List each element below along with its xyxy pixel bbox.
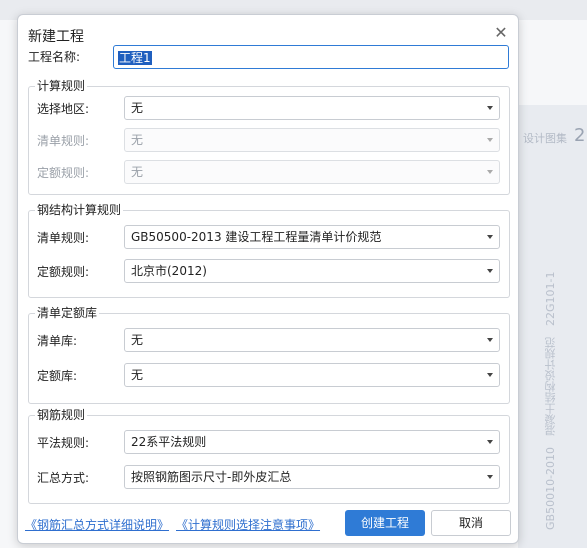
steel-quota-rule-value: 北京市(2012)	[131, 264, 207, 278]
chevron-down-icon	[487, 373, 493, 377]
steel-bill-rule-value: GB50500-2013 建设工程工程量清单计价规范	[131, 230, 382, 244]
summary-method-label: 汇总方式:	[37, 471, 90, 485]
cancel-button[interactable]: 取消	[431, 510, 511, 536]
close-icon[interactable]: ✕	[492, 24, 510, 42]
chevron-down-icon	[487, 269, 493, 273]
group-title-rebar-rules: 钢筋规则	[35, 407, 88, 423]
calc-rule-notes-link[interactable]: 《计算规则选择注意事项》	[176, 516, 320, 533]
quota-lib-select[interactable]: 无	[124, 363, 500, 387]
chevron-down-icon	[487, 440, 493, 444]
group-title-bill-quota-lib: 清单定额库	[35, 305, 100, 321]
bill-rule-label: 清单规则:	[37, 134, 90, 148]
group-steel-calc-rules: 钢结构计算规则 清单规则: GB50500-2013 建设工程工程量清单计价规范…	[28, 202, 510, 298]
flat-rule-select[interactable]: 22系平法规则	[124, 430, 500, 454]
chevron-down-icon	[487, 106, 493, 110]
background-number: 2	[574, 125, 586, 146]
dialog-title: 新建工程	[28, 29, 84, 45]
bill-rule-select: 无	[124, 128, 500, 152]
steel-quota-rule-select[interactable]: 北京市(2012)	[124, 259, 500, 283]
region-label: 选择地区:	[37, 102, 90, 116]
region-select[interactable]: 无	[124, 96, 500, 120]
summary-method-value: 按照钢筋图示尺寸-即外皮汇总	[131, 470, 292, 484]
summary-method-select[interactable]: 按照钢筋图示尺寸-即外皮汇总	[124, 465, 500, 489]
group-calc-rules: 计算规则 选择地区: 无 清单规则: 无 定额规则: 无	[28, 78, 510, 195]
bill-lib-select[interactable]: 无	[124, 328, 500, 352]
flat-rule-label: 平法规则:	[37, 436, 90, 450]
flat-rule-value: 22系平法规则	[131, 435, 207, 449]
project-name-value: 工程1	[118, 51, 152, 65]
group-bill-quota-lib: 清单定额库 清单库: 无 定额库: 无	[28, 305, 510, 404]
chevron-down-icon	[487, 170, 493, 174]
chevron-down-icon	[487, 338, 493, 342]
background-vertical-text: GB50010-2010 混凝土结构设计规范 22G101-1	[545, 271, 557, 530]
steel-quota-rule-label: 定额规则:	[37, 265, 90, 279]
region-value: 无	[131, 101, 144, 115]
quota-rule-label: 定额规则:	[37, 166, 90, 180]
project-name-label: 工程名称:	[28, 50, 81, 64]
quota-rule-value: 无	[131, 165, 144, 179]
quota-lib-label: 定额库:	[37, 369, 78, 383]
steel-bill-rule-select[interactable]: GB50500-2013 建设工程工程量清单计价规范	[124, 225, 500, 249]
bill-lib-value: 无	[131, 333, 144, 347]
group-title-steel-calc-rules: 钢结构计算规则	[35, 202, 124, 218]
new-project-dialog: 新建工程 ✕ 工程名称: 工程1 计算规则 选择地区: 无 清单规则: 无 定额…	[17, 14, 519, 544]
rebar-summary-help-link[interactable]: 《钢筋汇总方式详细说明》	[25, 516, 169, 533]
group-title-calc-rules: 计算规则	[35, 78, 88, 94]
chevron-down-icon	[487, 138, 493, 142]
quota-lib-value: 无	[131, 368, 144, 382]
bill-rule-value: 无	[131, 133, 144, 147]
steel-bill-rule-label: 清单规则:	[37, 231, 90, 245]
chevron-down-icon	[487, 235, 493, 239]
quota-rule-select: 无	[124, 160, 500, 184]
project-name-input[interactable]: 工程1	[113, 45, 509, 69]
group-rebar-rules: 钢筋规则 平法规则: 22系平法规则 汇总方式: 按照钢筋图示尺寸-即外皮汇总	[28, 407, 510, 504]
background-label: 设计图集	[523, 132, 567, 145]
create-project-button[interactable]: 创建工程	[345, 510, 425, 536]
bill-lib-label: 清单库:	[37, 334, 78, 348]
chevron-down-icon	[487, 475, 493, 479]
